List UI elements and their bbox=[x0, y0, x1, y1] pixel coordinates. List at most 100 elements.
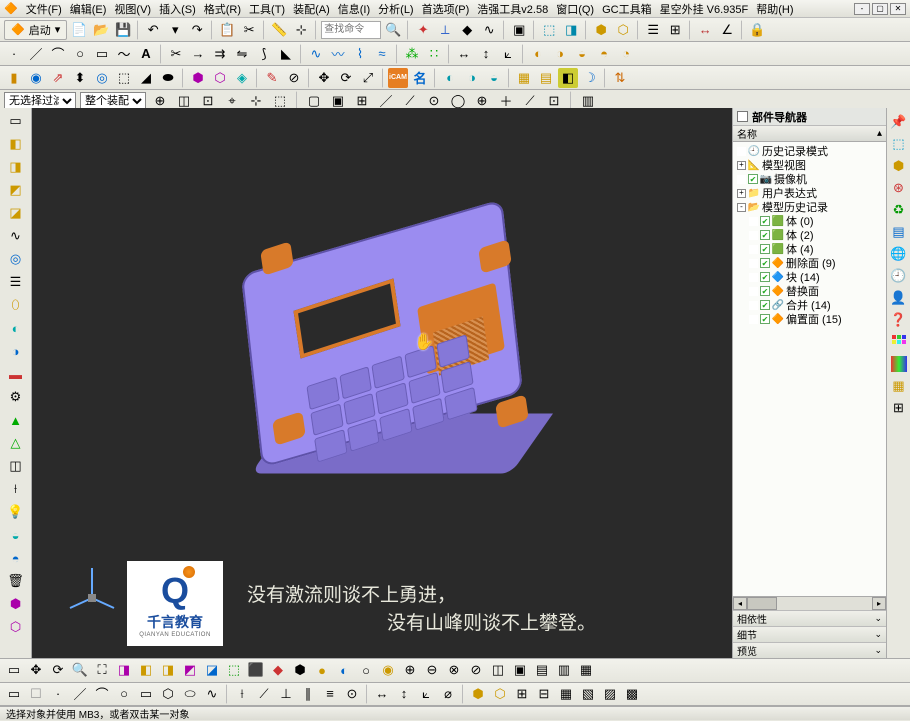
tree-node[interactable]: ✔🔷块 (14) bbox=[733, 270, 886, 284]
bt2-c3-icon[interactable]: ⊥ bbox=[276, 684, 296, 704]
curve-icon[interactable]: ∿ bbox=[479, 20, 499, 40]
bt-r8-icon[interactable]: ⬢ bbox=[290, 660, 310, 680]
layer-icon[interactable]: ☰ bbox=[643, 20, 663, 40]
tree-node[interactable]: 🕘历史记录模式 bbox=[733, 144, 886, 158]
csys-icon[interactable]: ✦ bbox=[413, 20, 433, 40]
bt2-d1-icon[interactable]: ↔ bbox=[372, 684, 392, 704]
bt-r13-icon[interactable]: ⊕ bbox=[400, 660, 420, 680]
move-icon[interactable]: ✥ bbox=[314, 68, 334, 88]
bt2-d3-icon[interactable]: ⟀ bbox=[416, 684, 436, 704]
bt-r20-icon[interactable]: ▥ bbox=[554, 660, 574, 680]
rb-help-icon[interactable]: ❓ bbox=[889, 310, 909, 330]
bt-r2-icon[interactable]: ◨ bbox=[158, 660, 178, 680]
vis6-icon[interactable]: ◧ bbox=[558, 68, 578, 88]
rb-reuse-icon[interactable]: ♻ bbox=[889, 200, 909, 220]
bt-r16-icon[interactable]: ⊘ bbox=[466, 660, 486, 680]
grid-icon[interactable]: ⊞ bbox=[665, 20, 685, 40]
lt-spline-icon[interactable]: ∿ bbox=[4, 225, 28, 247]
3d-viewport[interactable]: ✋ Q 千言教育 QIANYAN EDUCATION 没有激流则谈不上勇进， 没… bbox=[32, 108, 732, 658]
spline-icon[interactable]: 〜 bbox=[114, 44, 134, 64]
lt-list-icon[interactable]: ☰ bbox=[4, 271, 28, 293]
vis2-icon[interactable]: ◑ bbox=[462, 68, 482, 88]
vis3-icon[interactable]: ◒ bbox=[484, 68, 504, 88]
menu-format[interactable]: 格式(R) bbox=[204, 1, 241, 17]
menu-edit[interactable]: 编辑(E) bbox=[70, 1, 107, 17]
bt2-skopt-icon[interactable]: ☐ bbox=[26, 684, 46, 704]
menu-info[interactable]: 信息(I) bbox=[338, 1, 370, 17]
bt-r12-icon[interactable]: ◉ bbox=[378, 660, 398, 680]
scale-icon[interactable]: ⤢ bbox=[358, 68, 378, 88]
draft-icon[interactable]: ◢ bbox=[136, 68, 156, 88]
chamfer-icon[interactable]: ◣ bbox=[276, 44, 296, 64]
sketch-point-icon[interactable]: · bbox=[4, 44, 24, 64]
bt-move-icon[interactable]: ✥ bbox=[26, 660, 46, 680]
nav-column-header[interactable]: 名称▴ bbox=[733, 126, 886, 142]
lt-misc1-icon[interactable]: ⬢ bbox=[4, 593, 28, 615]
bt2-sk-icon[interactable]: ▭ bbox=[4, 684, 24, 704]
assembly-icon[interactable]: ⬢ bbox=[591, 20, 611, 40]
undo-icon[interactable]: ↶ bbox=[143, 20, 163, 40]
search-icon[interactable]: 🔍 bbox=[383, 20, 403, 40]
menu-xingkong[interactable]: 星空外挂 V6.935F bbox=[660, 1, 749, 17]
lt-books-icon[interactable]: ▬ bbox=[4, 363, 28, 385]
cam-badge-icon[interactable]: iCAM bbox=[388, 68, 408, 88]
extrude-icon[interactable]: ▮ bbox=[4, 68, 24, 88]
text-icon[interactable]: A bbox=[136, 44, 156, 64]
bt2-rect-icon[interactable]: ▭ bbox=[136, 684, 156, 704]
surf5-icon[interactable]: ◔ bbox=[616, 44, 636, 64]
rb-nav-icon[interactable]: ⬚ bbox=[889, 134, 909, 154]
wire-cube-icon[interactable]: ⬚ bbox=[539, 20, 559, 40]
tree-node[interactable]: ✔📷摄像机 bbox=[733, 172, 886, 186]
sweep-icon[interactable]: ⇗ bbox=[48, 68, 68, 88]
window-restore-button[interactable]: ▢ bbox=[872, 3, 888, 15]
sketch-curve4-icon[interactable]: ≈ bbox=[372, 44, 392, 64]
pattern-icon[interactable]: ⁂ bbox=[402, 44, 422, 64]
bt-section-icon[interactable]: ◨ bbox=[114, 660, 134, 680]
start-button[interactable]: 🔶启动▾ bbox=[4, 20, 67, 40]
lock-icon[interactable]: 🔒 bbox=[747, 20, 767, 40]
extend-icon[interactable]: → bbox=[188, 44, 208, 64]
rb-misc2-icon[interactable]: ⊞ bbox=[889, 398, 909, 418]
bool2-icon[interactable]: ⬡ bbox=[210, 68, 230, 88]
bt2-m5-icon[interactable]: ▦ bbox=[556, 684, 576, 704]
sketch-curve2-icon[interactable]: 〰 bbox=[328, 44, 348, 64]
menu-insert[interactable]: 插入(S) bbox=[159, 1, 196, 17]
array-icon[interactable]: ∷ bbox=[424, 44, 444, 64]
mirror-icon[interactable]: ⇋ bbox=[232, 44, 252, 64]
bt-r5-icon[interactable]: ⬚ bbox=[224, 660, 244, 680]
menu-assembly[interactable]: 装配(A) bbox=[293, 1, 330, 17]
lt-hole-icon[interactable]: ◎ bbox=[4, 248, 28, 270]
nav-section-deps[interactable]: 相依性⌄ bbox=[733, 610, 886, 626]
plane-icon[interactable]: ◆ bbox=[457, 20, 477, 40]
line-icon[interactable]: ／ bbox=[26, 44, 46, 64]
offset-icon[interactable]: ⇉ bbox=[210, 44, 230, 64]
nav-section-preview[interactable]: 预览⌄ bbox=[733, 642, 886, 658]
tree-node[interactable]: ✔🟩体 (4) bbox=[733, 242, 886, 256]
bool1-icon[interactable]: ⬢ bbox=[188, 68, 208, 88]
sync-icon[interactable]: ⇅ bbox=[610, 68, 630, 88]
menu-help[interactable]: 帮助(H) bbox=[756, 1, 793, 17]
menu-file[interactable]: 文件(F) bbox=[26, 1, 62, 17]
filter-select-left[interactable]: 无选择过滤器 bbox=[4, 92, 76, 110]
menu-tools[interactable]: 工具(T) bbox=[249, 1, 285, 17]
lt-surf3-icon[interactable]: ◒ bbox=[4, 524, 28, 546]
lt-face-icon[interactable]: ◫ bbox=[4, 455, 28, 477]
bt2-m2-icon[interactable]: ⬡ bbox=[490, 684, 510, 704]
vis4-icon[interactable]: ▦ bbox=[514, 68, 534, 88]
menu-window[interactable]: 窗口(Q) bbox=[556, 1, 594, 17]
vis5-icon[interactable]: ▤ bbox=[536, 68, 556, 88]
tree-node[interactable]: ✔🟩体 (2) bbox=[733, 228, 886, 242]
tree-node[interactable]: ✔🟩体 (0) bbox=[733, 214, 886, 228]
bt2-poly-icon[interactable]: ⬡ bbox=[158, 684, 178, 704]
bt-fit-icon[interactable]: ⛶ bbox=[92, 660, 112, 680]
bt2-c2-icon[interactable]: ⟋ bbox=[254, 684, 274, 704]
lt-misc2-icon[interactable]: ⬡ bbox=[4, 616, 28, 638]
surf4-icon[interactable]: ◓ bbox=[594, 44, 614, 64]
nav-pin-checkbox[interactable] bbox=[737, 111, 748, 122]
fillet-icon[interactable]: ⟆ bbox=[254, 44, 274, 64]
rotate-icon[interactable]: ⟳ bbox=[336, 68, 356, 88]
lt-cyl-icon[interactable]: ⬯ bbox=[4, 294, 28, 316]
bool3-icon[interactable]: ◈ bbox=[232, 68, 252, 88]
new-icon[interactable]: 📄 bbox=[69, 20, 89, 40]
lt-cube1-icon[interactable]: ◧ bbox=[4, 133, 28, 155]
